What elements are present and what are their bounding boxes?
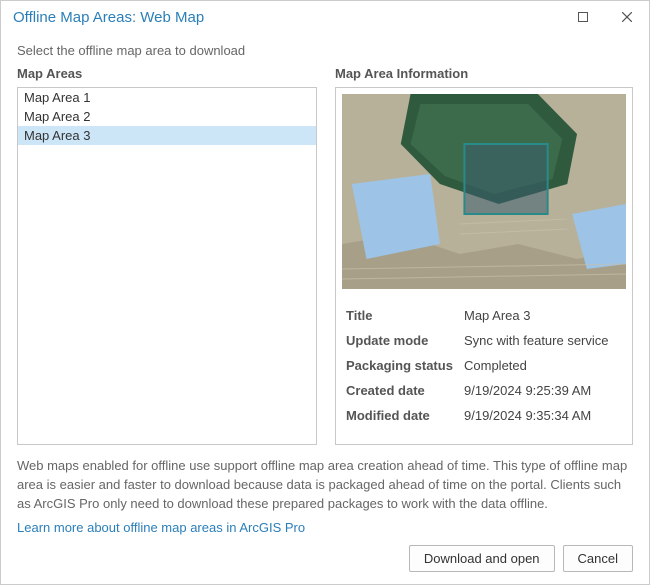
map-thumbnail: [342, 94, 626, 289]
info-value: 9/19/2024 9:25:39 AM: [464, 383, 622, 398]
content-area: Select the offline map area to download …: [1, 33, 649, 584]
info-value: Map Area 3: [464, 308, 622, 323]
close-button[interactable]: [605, 1, 649, 33]
map-areas-listbox[interactable]: Map Area 1 Map Area 2 Map Area 3: [17, 87, 317, 445]
info-row-modified-date: Modified date 9/19/2024 9:35:34 AM: [342, 403, 626, 428]
list-item[interactable]: Map Area 3: [18, 126, 316, 145]
info-value: Sync with feature service: [464, 333, 622, 348]
info-label: Modified date: [346, 408, 464, 423]
download-and-open-button[interactable]: Download and open: [409, 545, 555, 572]
panels: Map Areas Map Area 1 Map Area 2 Map Area…: [17, 66, 633, 445]
map-areas-header: Map Areas: [17, 66, 317, 87]
window-title: Offline Map Areas: Web Map: [13, 9, 561, 26]
titlebar: Offline Map Areas: Web Map: [1, 1, 649, 33]
footer-description: Web maps enabled for offline use support…: [17, 457, 633, 514]
info-label: Update mode: [346, 333, 464, 348]
info-label: Created date: [346, 383, 464, 398]
cancel-button[interactable]: Cancel: [563, 545, 633, 572]
learn-more-link[interactable]: Learn more about offline map areas in Ar…: [17, 520, 633, 535]
info-value: Completed: [464, 358, 622, 373]
maximize-button[interactable]: [561, 1, 605, 33]
list-item[interactable]: Map Area 2: [18, 107, 316, 126]
map-areas-panel: Map Areas Map Area 1 Map Area 2 Map Area…: [17, 66, 317, 445]
instruction-text: Select the offline map area to download: [17, 43, 633, 58]
info-label: Title: [346, 308, 464, 323]
info-row-update-mode: Update mode Sync with feature service: [342, 328, 626, 353]
info-table: Title Map Area 3 Update mode Sync with f…: [342, 303, 626, 428]
info-value: 9/19/2024 9:35:34 AM: [464, 408, 622, 423]
map-area-info-header: Map Area Information: [335, 66, 633, 87]
info-row-packaging-status: Packaging status Completed: [342, 353, 626, 378]
info-box: Title Map Area 3 Update mode Sync with f…: [335, 87, 633, 445]
map-area-info-panel: Map Area Information: [335, 66, 633, 445]
info-row-title: Title Map Area 3: [342, 303, 626, 328]
info-label: Packaging status: [346, 358, 464, 373]
list-item[interactable]: Map Area 1: [18, 88, 316, 107]
offline-map-areas-dialog: Offline Map Areas: Web Map Select the of…: [0, 0, 650, 585]
button-row: Download and open Cancel: [17, 545, 633, 572]
info-row-created-date: Created date 9/19/2024 9:25:39 AM: [342, 378, 626, 403]
